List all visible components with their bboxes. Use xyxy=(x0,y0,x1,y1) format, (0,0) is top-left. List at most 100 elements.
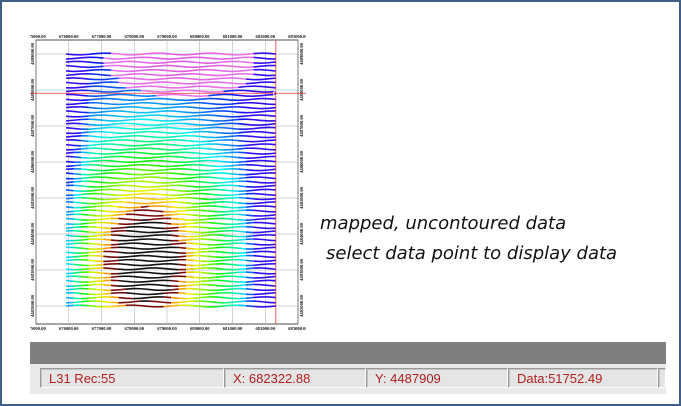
trace-segment xyxy=(200,209,209,212)
trace-segment xyxy=(238,304,247,307)
trace-segment xyxy=(170,115,179,118)
trace-segment xyxy=(223,151,232,154)
trace-segment xyxy=(253,234,262,237)
trace-segment xyxy=(245,52,254,56)
x-tick-label-bottom: 678000.00 xyxy=(124,326,144,331)
trace-segment xyxy=(80,156,89,159)
trace-segment xyxy=(170,251,179,254)
status-extra-cell xyxy=(658,368,666,388)
trace-segment xyxy=(103,57,112,60)
trace-segment xyxy=(268,106,277,110)
trace-segment xyxy=(208,64,217,68)
trace-segment xyxy=(80,206,89,209)
trace-segment xyxy=(238,115,247,118)
trace-segment xyxy=(118,126,127,130)
trace-segment xyxy=(230,271,239,274)
trace-segment xyxy=(155,57,164,60)
trace-segment xyxy=(125,225,134,229)
trace-segment xyxy=(148,118,157,122)
trace-segment xyxy=(88,52,97,56)
trace-segment xyxy=(253,118,262,122)
trace-segment xyxy=(268,197,277,201)
trace-segment xyxy=(148,172,157,176)
trace-segment xyxy=(200,65,209,68)
trace-segment xyxy=(125,255,134,258)
trace-segment xyxy=(103,201,112,204)
trace-segment xyxy=(260,300,269,304)
trace-segment xyxy=(155,164,164,168)
trace-segment xyxy=(245,251,254,254)
trace-segment xyxy=(253,90,262,93)
trace-segment xyxy=(65,98,74,101)
trace-segment xyxy=(148,300,157,303)
trace-segment xyxy=(95,90,104,93)
trace-segment xyxy=(73,239,82,242)
trace-segment xyxy=(200,97,209,100)
trace-segment xyxy=(80,69,89,72)
trace-segment xyxy=(118,213,127,216)
trace-segment xyxy=(230,300,239,304)
trace-segment xyxy=(260,94,269,97)
trace-segment xyxy=(148,279,157,283)
trace-segment xyxy=(230,82,239,85)
map-view[interactable]: 675000.00 676000.00 677000.00 678000.00 6790… xyxy=(30,32,306,332)
trace-segment xyxy=(208,210,217,213)
trace-segment xyxy=(193,135,202,138)
trace-segment xyxy=(65,226,74,229)
trace-segment xyxy=(170,98,179,101)
trace-segment xyxy=(163,106,172,110)
trace-segment xyxy=(110,239,119,242)
trace-segment xyxy=(65,60,74,63)
trace-segment xyxy=(103,110,112,113)
trace-segment xyxy=(200,127,209,130)
trace-segment xyxy=(140,98,149,101)
trace-segment xyxy=(223,242,232,246)
trace-segment xyxy=(223,296,232,300)
trace-segment xyxy=(148,111,157,114)
trace-segment xyxy=(170,197,179,200)
trace-segment xyxy=(73,86,82,89)
trace-segment xyxy=(125,102,134,105)
trace-segment xyxy=(170,106,179,109)
trace-segment xyxy=(133,176,142,180)
trace-segment xyxy=(110,177,119,180)
trace-segment xyxy=(215,160,224,163)
status-bar: L31 Rec:55 X: 682322.88 Y: 4487909 Data:… xyxy=(30,364,666,394)
map-canvas[interactable]: 675000.00 676000.00 677000.00 678000.00 6790… xyxy=(30,32,306,332)
caption-line-2: select data point to display data xyxy=(326,243,618,264)
trace-segment xyxy=(200,147,209,150)
trace-segment xyxy=(140,106,149,109)
trace-segment xyxy=(253,143,262,146)
trace-segment xyxy=(110,61,119,64)
trace-segment xyxy=(110,222,119,225)
trace-segment xyxy=(148,247,157,250)
trace-segment xyxy=(253,65,262,68)
trace-segment xyxy=(140,296,149,300)
trace-segment xyxy=(155,300,164,304)
trace-segment xyxy=(133,284,142,287)
trace-segment xyxy=(110,193,119,197)
trace-segment xyxy=(73,184,82,187)
trace-segment xyxy=(125,201,134,204)
trace-segment xyxy=(155,238,164,241)
trace-segment xyxy=(200,181,209,184)
trace-segment xyxy=(73,218,82,221)
trace-segment xyxy=(170,64,179,67)
trace-segment xyxy=(253,164,262,167)
trace-segment xyxy=(88,168,97,172)
trace-segment xyxy=(268,222,277,225)
trace-segment xyxy=(215,177,224,180)
trace-segment xyxy=(155,246,164,250)
trace-segment xyxy=(125,57,134,60)
trace-segment xyxy=(88,151,97,155)
trace-segment xyxy=(260,193,269,196)
trace-segment xyxy=(95,271,104,275)
trace-segment xyxy=(110,97,119,101)
trace-segment xyxy=(260,85,269,89)
trace-segment xyxy=(103,238,112,241)
trace-segment xyxy=(238,247,247,250)
flight-line-traces[interactable] xyxy=(65,52,277,308)
y-tick-label-right: 4487000.00 xyxy=(299,114,304,137)
trace-segment xyxy=(185,258,194,262)
trace-segment xyxy=(118,115,127,118)
